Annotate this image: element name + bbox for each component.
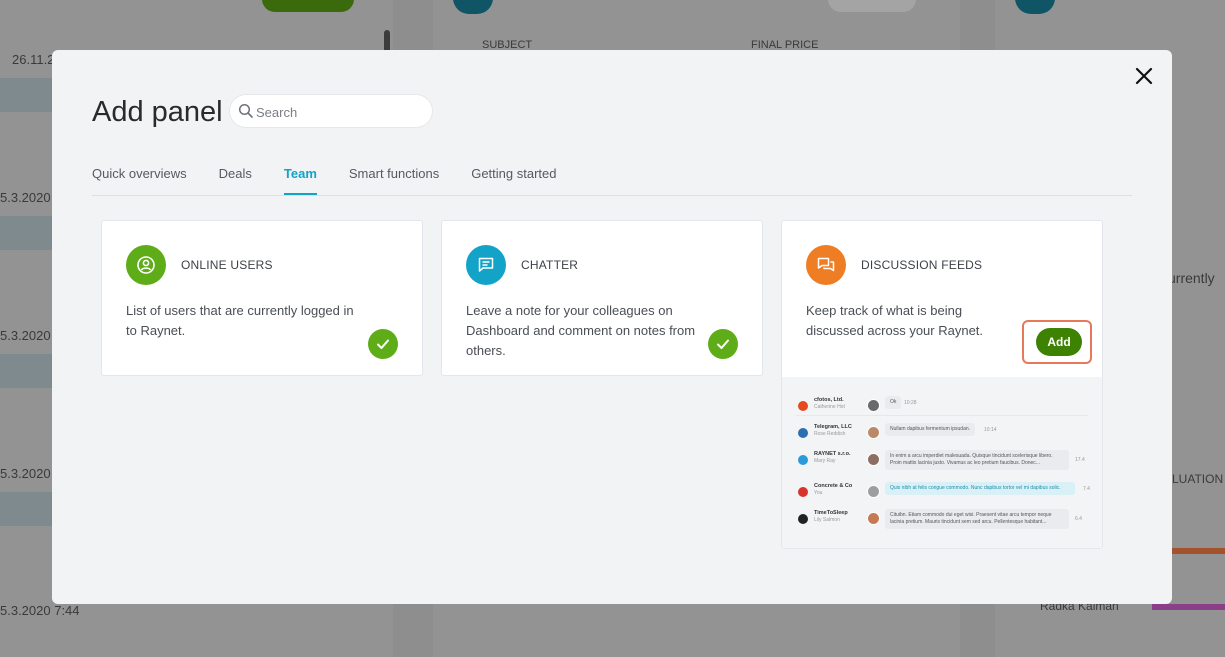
- company-logo-icon: [798, 455, 808, 465]
- close-button[interactable]: [1132, 64, 1156, 88]
- card-title: DISCUSSION FEEDS: [861, 258, 983, 272]
- discussion-feeds-badge: [806, 245, 846, 285]
- card-description: List of users that are currently logged …: [126, 303, 354, 338]
- chatter-badge: [466, 245, 506, 285]
- feed-message: Quis nibh at felis congue commodo. Nunc …: [885, 482, 1075, 495]
- discussion-icon: [817, 257, 835, 272]
- background-side-text: urrently: [1168, 270, 1215, 286]
- check-icon: [368, 329, 398, 359]
- check-icon: [708, 329, 738, 359]
- close-icon: [1135, 67, 1153, 85]
- tab-team[interactable]: Team: [283, 165, 317, 195]
- avatar: [867, 453, 880, 466]
- tab-smart-functions[interactable]: Smart functions: [349, 165, 439, 195]
- user-circle-icon: [137, 256, 155, 274]
- card-title: CHATTER: [521, 258, 579, 272]
- avatar: [867, 426, 880, 439]
- online-users-badge: [126, 245, 166, 285]
- feed-person: Rose Reddish: [814, 431, 846, 437]
- feed-row: Telegram, LLC Rose Reddish Nullam dapibu…: [782, 422, 1102, 448]
- feed-row: cfotos, Ltd. Catherine Hot Ok 10:28: [782, 395, 1102, 421]
- avatar: [867, 485, 880, 498]
- background-new-post-button: [262, 0, 354, 12]
- tab-quick-overviews[interactable]: Quick overviews: [92, 165, 187, 195]
- card-title: ONLINE USERS: [181, 258, 273, 272]
- feed-time: 10:28: [904, 400, 917, 406]
- feed-company: Concrete & Co: [814, 483, 853, 489]
- feed-row: RAYNET s.r.o. Mary Ray In enim a arcu im…: [782, 449, 1102, 473]
- feed-message: Ok: [885, 396, 902, 409]
- background-stripe: [1152, 604, 1225, 610]
- feed-message: In enim a arcu imperdiet malesuada. Quis…: [885, 450, 1069, 470]
- add-button[interactable]: Add: [1036, 328, 1082, 356]
- modal-title: Add panel: [92, 96, 223, 128]
- discussion-feeds-preview: cfotos, Ltd. Catherine Hot Ok 10:28 Tele…: [782, 377, 1102, 548]
- company-logo-icon: [798, 401, 808, 411]
- feed-message: Nullam dapibus fermentum ipsudan.: [885, 423, 976, 436]
- feed-company: TimeToSleep: [814, 510, 848, 516]
- card-description: Leave a note for your colleagues on Dash…: [466, 303, 696, 358]
- panel-card-discussion-feeds: DISCUSSION FEEDS Keep track of what is b…: [782, 221, 1102, 548]
- panel-card-online-users: ONLINE USERS List of users that are curr…: [102, 221, 422, 375]
- tab-getting-started[interactable]: Getting started: [471, 165, 556, 195]
- feed-person: Lily Salmon: [814, 517, 840, 523]
- avatar: [867, 512, 880, 525]
- company-logo-icon: [798, 428, 808, 438]
- feed-time: 6.4: [1075, 516, 1082, 522]
- feed-company: RAYNET s.r.o.: [814, 451, 851, 457]
- feed-company: cfotos, Ltd.: [814, 397, 844, 403]
- feed-time: 17.4: [1075, 457, 1085, 463]
- feed-person: Mary Ray: [814, 458, 836, 464]
- chat-bubble-icon: [478, 257, 494, 272]
- feed-person: You: [814, 490, 823, 496]
- background-stripe: [1172, 548, 1225, 554]
- feed-separator: [796, 415, 1088, 416]
- feed-row: Concrete & Co You Quis nibh at felis con…: [782, 481, 1102, 507]
- feed-time: 10:14: [984, 427, 997, 433]
- background-date: 5.3.2020 7:44: [0, 603, 80, 618]
- avatar: [867, 399, 880, 412]
- feed-row: TimeToSleep Lily Salmon Cituibn. Etiam c…: [782, 508, 1102, 534]
- panel-category-tabs: Quick overviews Deals Team Smart functio…: [92, 165, 1132, 196]
- feed-message: Cituibn. Etiam commodo dui eget wisi. Pr…: [885, 509, 1069, 529]
- background-side-text: LUATION: [1172, 472, 1224, 486]
- feed-company: Telegram, LLC: [814, 424, 852, 430]
- company-logo-icon: [798, 487, 808, 497]
- card-description: Keep track of what is being discussed ac…: [806, 303, 984, 338]
- background-date: 26.11.2: [12, 52, 55, 67]
- background-tab-pill: [828, 0, 916, 12]
- tab-deals[interactable]: Deals: [219, 165, 252, 195]
- feed-time: 7.4: [1083, 486, 1090, 492]
- company-logo-icon: [798, 514, 808, 524]
- feed-person: Catherine Hot: [814, 404, 845, 410]
- search-icon: [238, 103, 253, 118]
- search-box: [230, 95, 432, 129]
- panel-card-chatter: CHATTER Leave a note for your colleagues…: [442, 221, 762, 375]
- search-input[interactable]: [254, 95, 428, 129]
- add-panel-modal: Add panel Quick overviews Deals Team Sma…: [52, 50, 1172, 604]
